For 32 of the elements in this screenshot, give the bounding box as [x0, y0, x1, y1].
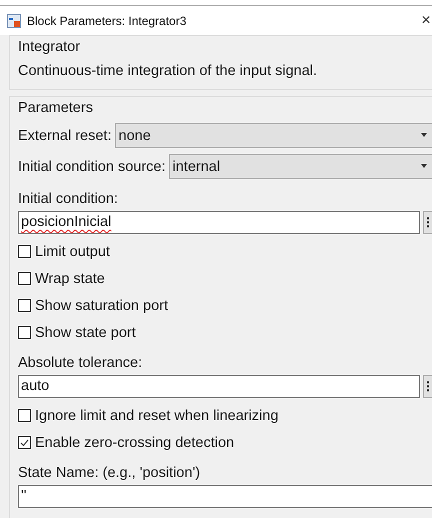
more-button[interactable]: ⋮	[423, 374, 432, 398]
dropdown[interactable]: internal	[168, 154, 432, 179]
block-name: Integrator	[18, 39, 82, 55]
checkbox[interactable]	[18, 436, 31, 449]
checkbox-label: Enable zero-crossing detection	[35, 434, 234, 450]
checkbox-label: Limit output	[35, 244, 110, 260]
checkbox[interactable]	[18, 326, 31, 339]
dropdown[interactable]: none	[114, 123, 432, 148]
input-field[interactable]: posicionInicial	[18, 210, 420, 234]
field-label: State Name: (e.g., 'position')	[18, 464, 202, 483]
checkbox-label: Show state port	[35, 324, 136, 340]
checkbox-label: Ignore limit and reset when linearizing	[35, 408, 278, 424]
window-title: Block Parameters: Integrator3	[27, 14, 188, 28]
field-label: Absolute tolerance:	[18, 354, 144, 373]
more-button[interactable]: ⋮	[423, 210, 432, 234]
input-field[interactable]: ''	[18, 484, 432, 508]
checkbox[interactable]	[18, 299, 31, 312]
caret-icon	[421, 164, 427, 168]
close-button[interactable]: ×	[420, 12, 432, 30]
checkbox[interactable]	[18, 272, 31, 285]
input-field[interactable]: auto	[18, 374, 420, 398]
field-label: Initial condition:	[18, 190, 119, 209]
field-label: Initial condition source:	[18, 158, 166, 174]
checkbox-label: Show saturation port	[35, 298, 168, 314]
checkbox[interactable]	[18, 409, 31, 422]
block-description: Continuous-time integration of the input signal.	[18, 63, 318, 79]
field-label: External reset:	[18, 128, 112, 144]
group-title: Parameters	[18, 100, 94, 116]
checkbox-label: Wrap state	[35, 270, 105, 286]
checkbox[interactable]	[18, 245, 31, 258]
caret-icon	[421, 133, 427, 137]
app-icon	[7, 14, 21, 28]
